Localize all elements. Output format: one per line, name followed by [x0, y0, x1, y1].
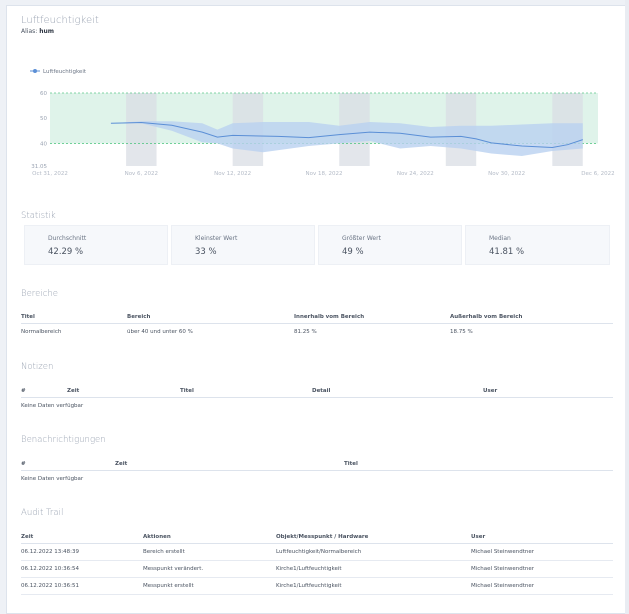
column-header[interactable]: Zeit	[21, 531, 143, 544]
stat-label: Kleinster Wert	[195, 235, 238, 242]
column-header[interactable]: Titel	[180, 385, 312, 398]
table-cell: Bereich erstellt	[143, 543, 276, 561]
x-tick-label: Nov 6, 2022	[125, 171, 158, 177]
table-row[interactable]: Normalbereich über 40 und unter 60 % 81.…	[21, 324, 613, 341]
stat-kleinster-wert: Kleinster Wert 33 %	[171, 225, 315, 265]
stat-durchschnitt: Durchschnitt 42.29 %	[24, 225, 168, 265]
column-header[interactable]: User	[471, 531, 613, 544]
table-cell: Michael Steinwendtner	[471, 543, 613, 561]
table-cell: Normalbereich	[21, 329, 62, 335]
x-tick-label: Nov 24, 2022	[397, 171, 434, 177]
scrollbar[interactable]	[625, 0, 629, 614]
column-header[interactable]: Außerhalb vom Bereich	[450, 311, 613, 324]
table-header-row: # Zeit Titel Detail User	[21, 385, 613, 398]
legend-label: Luftfeuchtigkeit	[43, 69, 87, 75]
table-cell: über 40 und unter 60 %	[127, 329, 193, 335]
benachrichtigungen-table: # Zeit Titel Keine Daten verfügbar	[21, 458, 613, 487]
benachrichtigungen-heading: Benachrichtigungen	[21, 435, 106, 445]
column-header[interactable]: User	[483, 385, 613, 398]
audit-heading: Audit Trail	[21, 508, 64, 518]
column-header[interactable]: #	[21, 458, 115, 471]
table-cell: 18.75 %	[450, 329, 473, 335]
page-title: Luftfeuchtigkeit	[21, 15, 99, 26]
table-row[interactable]: 06.12.2022 13:48:39 Bereich erstellt Luf…	[21, 543, 613, 561]
bereiche-table: Titel Bereich Innerhalb vom Bereich Auße…	[21, 311, 613, 340]
empty-message: Keine Daten verfügbar	[21, 403, 84, 409]
stat-groesster-wert: Größter Wert 49 %	[318, 225, 462, 265]
x-tick-label: Oct 31, 2022	[32, 171, 68, 177]
statistik-heading: Statistik	[21, 211, 56, 221]
stat-label: Median	[489, 235, 511, 242]
notizen-heading: Notizen	[21, 362, 54, 372]
stat-median: Median 41.81 %	[465, 225, 610, 265]
table-cell: Kirche1/Luftfeuchtigkeit	[276, 560, 471, 578]
table-cell: Michael Steinwendtner	[471, 577, 613, 595]
table-cell: Messpunkt verändert.	[143, 560, 276, 578]
empty-row: Keine Daten verfügbar	[21, 471, 613, 488]
column-header[interactable]: Detail	[312, 385, 483, 398]
table-row[interactable]: 06.12.2022 10:36:51 Messpunkt erstellt K…	[21, 577, 613, 595]
table-row[interactable]: 06.12.2022 10:36:54 Messpunkt verändert.…	[21, 560, 613, 578]
notizen-table: # Zeit Titel Detail User Keine Daten ver…	[21, 385, 613, 414]
y-tick-label: 40	[40, 141, 47, 147]
stat-value: 41.81 %	[489, 247, 525, 257]
table-cell: 06.12.2022 10:36:54	[21, 560, 143, 578]
table-cell: Messpunkt erstellt	[143, 577, 276, 595]
y-tick-label: 31.05	[31, 164, 47, 170]
table-cell: 06.12.2022 10:36:51	[21, 577, 143, 595]
table-cell: 06.12.2022 13:48:39	[21, 543, 143, 561]
table-cell: Michael Steinwendtner	[471, 560, 613, 578]
legend-marker	[33, 69, 37, 73]
stat-value: 49 %	[342, 247, 364, 257]
x-tick-label: Dec 6, 2022	[581, 171, 614, 177]
table-cell: 81.25 %	[294, 329, 317, 335]
stat-value: 42.29 %	[48, 247, 84, 257]
x-tick-label: Nov 12, 2022	[214, 171, 251, 177]
empty-row: Keine Daten verfügbar	[21, 398, 613, 415]
stat-value: 33 %	[195, 247, 217, 257]
column-header[interactable]: #	[21, 385, 67, 398]
column-header[interactable]: Aktionen	[143, 531, 276, 544]
alias-label: Alias:	[21, 28, 38, 35]
column-header[interactable]: Zeit	[67, 385, 180, 398]
table-header-row: Zeit Aktionen Objekt/Messpunkt / Hardwar…	[21, 531, 613, 544]
empty-message: Keine Daten verfügbar	[21, 476, 84, 482]
column-header[interactable]: Bereich	[127, 311, 294, 324]
column-header[interactable]: Objekt/Messpunkt / Hardware	[276, 531, 471, 544]
column-header[interactable]: Titel	[344, 458, 613, 471]
alias-line: Alias: hum	[21, 28, 54, 35]
x-tick-label: Nov 30, 2022	[488, 171, 525, 177]
detail-card: Luftfeuchtigkeit Alias: hum 60 50 40 31.05 O…	[6, 5, 627, 614]
table-header-row: # Zeit Titel	[21, 458, 613, 471]
chart-svg[interactable]: 60 50 40 31.05Oct 31, 2022 Nov 6, 2022 Nov 12…	[7, 58, 628, 183]
column-header[interactable]: Innerhalb vom Bereich	[294, 311, 450, 324]
column-header[interactable]: Zeit	[115, 458, 344, 471]
stat-label: Durchschnitt	[48, 235, 87, 242]
column-header[interactable]: Titel	[21, 311, 127, 324]
table-cell: Kirche1/Luftfeuchtigkeit	[276, 577, 471, 595]
table-header-row: Titel Bereich Innerhalb vom Bereich Auße…	[21, 311, 613, 324]
y-tick-label: 60	[40, 91, 47, 97]
audit-table: Zeit Aktionen Objekt/Messpunkt / Hardwar…	[21, 531, 613, 595]
humidity-chart[interactable]: 60 50 40 31.05 Oct 31, 2022 Nov 6, 2022 Nov 12…	[7, 58, 628, 183]
y-tick-label: 50	[40, 116, 47, 122]
weekend-band	[126, 93, 157, 166]
alias-value: hum	[39, 28, 54, 35]
x-tick-label: Nov 18, 2022	[306, 171, 343, 177]
table-cell: Luftfeuchtigkeit/Normalbereich	[276, 543, 471, 561]
bereiche-heading: Bereiche	[21, 289, 58, 299]
stat-label: Größter Wert	[342, 235, 381, 242]
